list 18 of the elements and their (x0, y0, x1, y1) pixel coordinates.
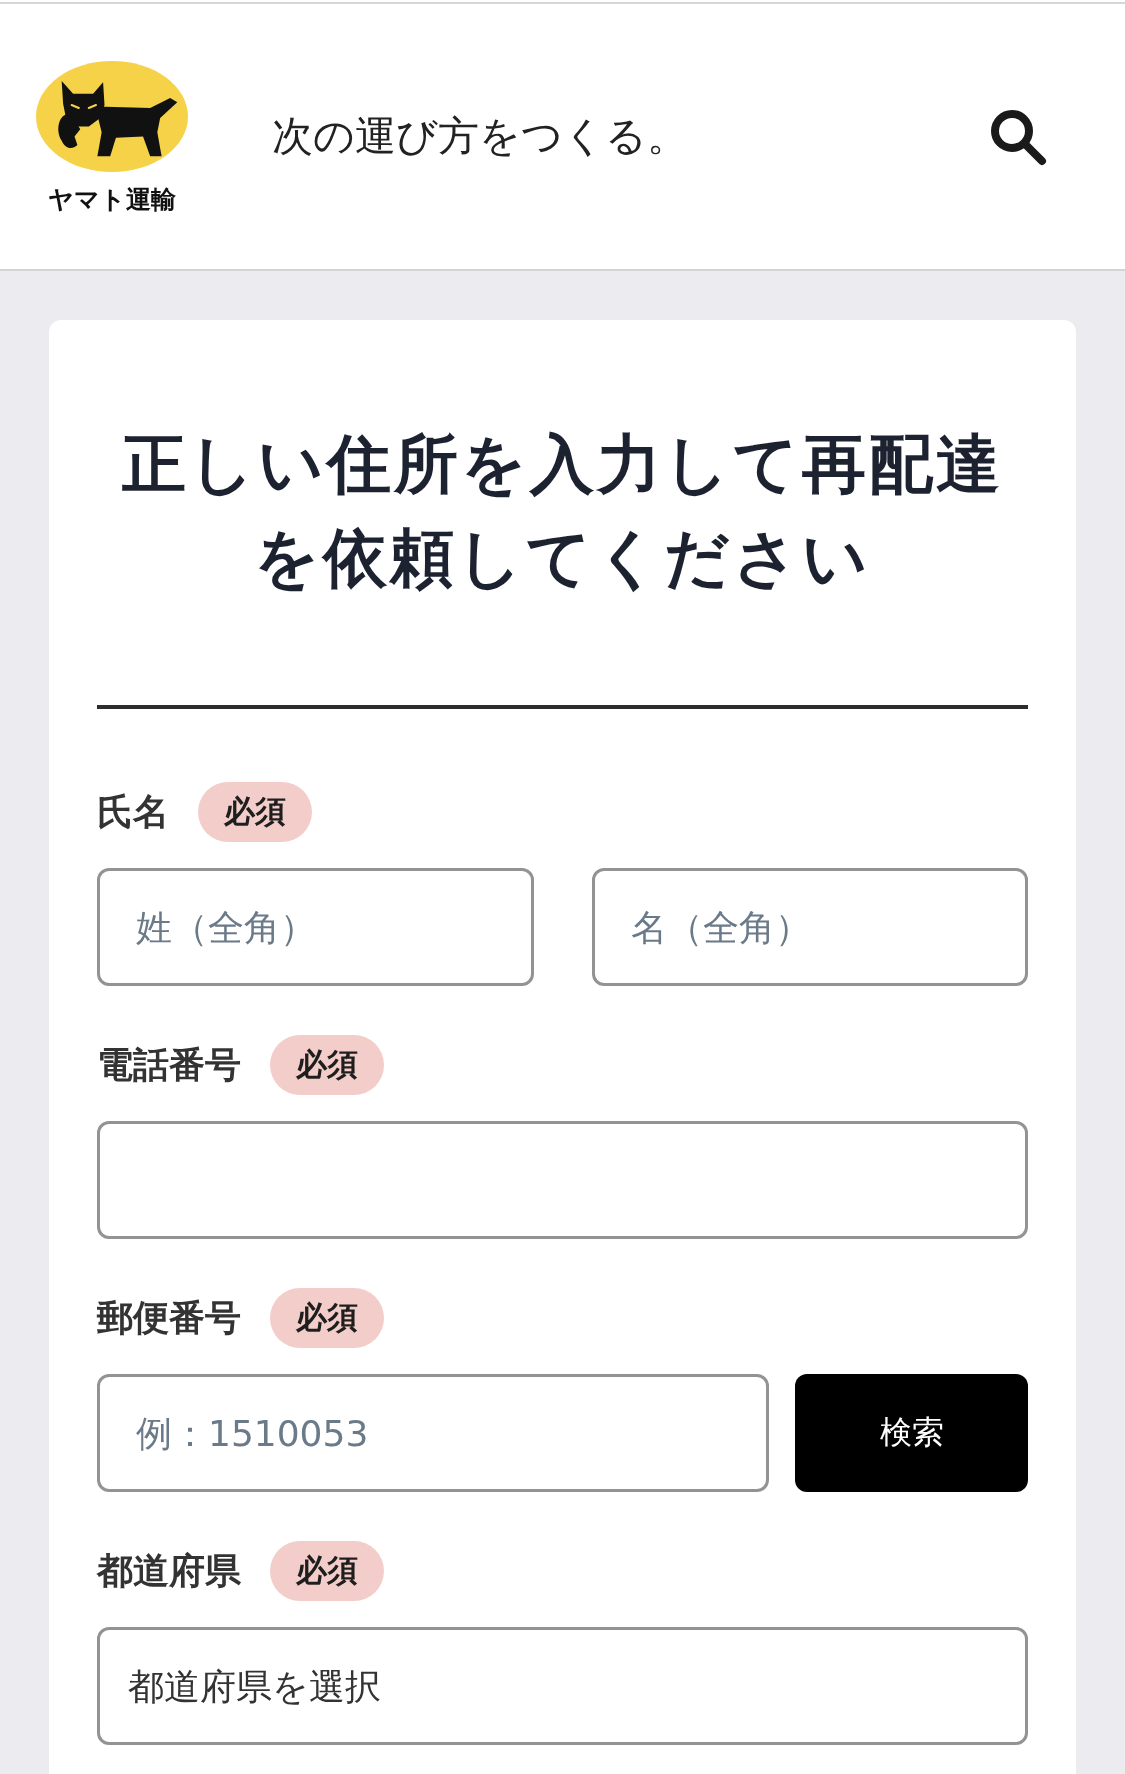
field-label: 都道府県 (97, 1551, 241, 1591)
name-input[interactable]: 名（全角） (591, 868, 1028, 986)
phone-input[interactable] (97, 1121, 1028, 1239)
name-input[interactable]: 姓（全角） (97, 868, 534, 986)
brand-name: ヤマト運輸 (48, 187, 176, 212)
cat-emblem-icon (36, 61, 188, 172)
required-badge: 必須 (270, 1541, 384, 1601)
field-label: 電話番号 (97, 1045, 241, 1085)
field-label: 郵便番号 (97, 1298, 241, 1338)
required-badge: 必須 (270, 1288, 384, 1348)
prefecture-select[interactable]: 都道府県を選択 (97, 1627, 1028, 1745)
required-badge: 必須 (270, 1035, 384, 1095)
field-label: 氏名 (97, 792, 169, 832)
search-button[interactable]: 検索 (795, 1374, 1028, 1492)
form-title: 正しい住所を入力して再配達を依頼してください (121, 426, 1004, 597)
tagline: 次の運び方をつくる。 (272, 111, 688, 161)
required-badge: 必須 (198, 782, 312, 842)
postal-code-input[interactable]: 例：1510053 (97, 1374, 769, 1492)
